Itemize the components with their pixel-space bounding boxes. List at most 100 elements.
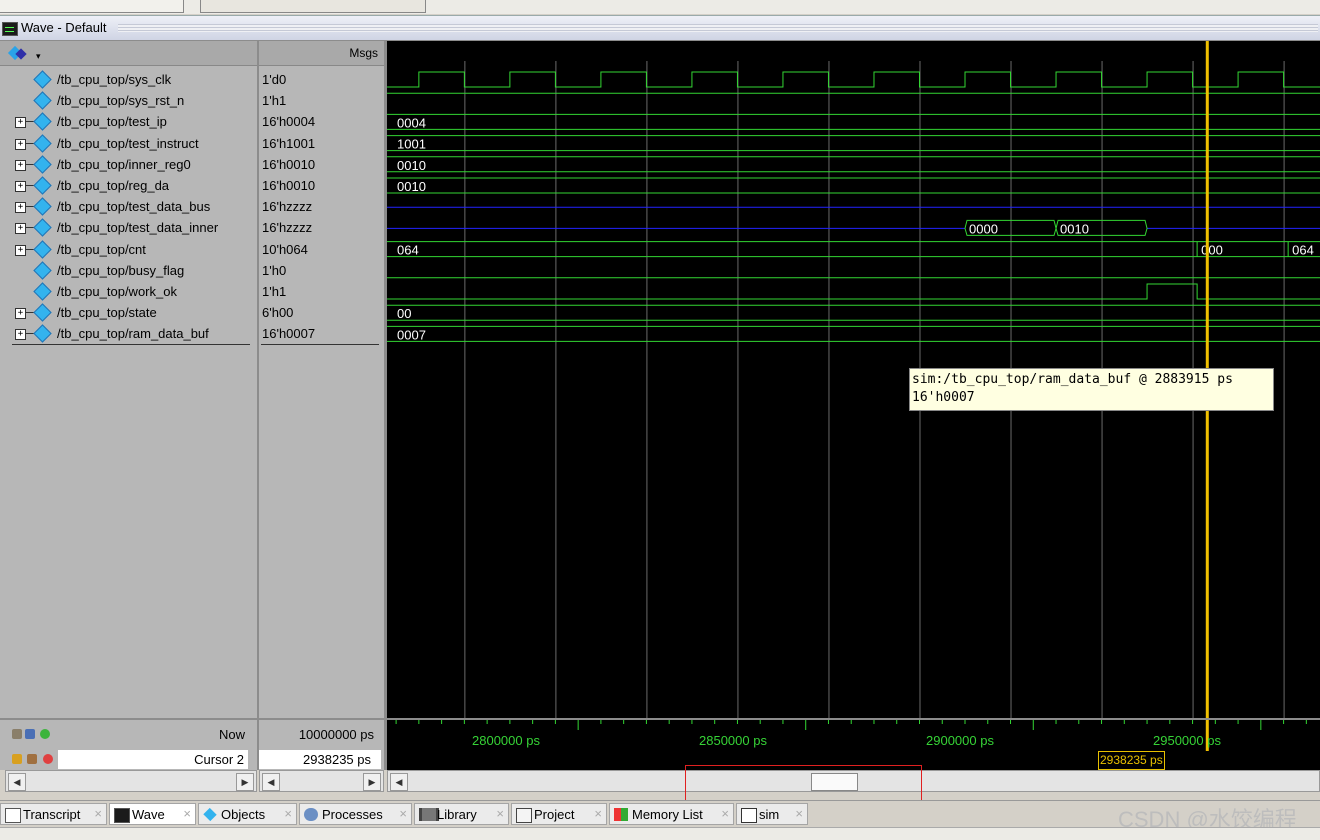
expand-icon[interactable]: +	[15, 138, 26, 150]
project-icon	[516, 808, 532, 823]
close-icon[interactable]: ×	[795, 806, 803, 821]
cursor-value-field[interactable]: 2938235 ps	[259, 750, 381, 769]
bus-value-label: 064	[397, 243, 419, 258]
signal-names-pane[interactable]: ▾ /tb_cpu_top/sys_clk/tb_cpu_top/sys_rst…	[0, 41, 259, 718]
signal-row[interactable]: + /tb_cpu_top/test_instruct	[0, 133, 257, 154]
signal-diamond-icon	[33, 218, 52, 238]
cursor-names-area: Now Cursor 2	[0, 718, 259, 770]
signal-row[interactable]: + /tb_cpu_top/inner_reg0	[0, 154, 257, 175]
signal-row[interactable]: + /tb_cpu_top/reg_da	[0, 175, 257, 196]
wave-window-icon	[2, 22, 18, 36]
close-icon[interactable]: ×	[284, 806, 292, 821]
signal-name: /tb_cpu_top/work_ok	[57, 284, 177, 299]
cursor-value: 2938235 ps	[303, 752, 371, 767]
signal-row[interactable]: + /tb_cpu_top/cnt	[0, 239, 257, 260]
signal-value: 1'h1	[262, 284, 287, 299]
signal-value-row[interactable]: 1'h1	[259, 281, 384, 302]
signal-value-row[interactable]: 1'h1	[259, 90, 384, 111]
lock-cursor-icon[interactable]	[12, 754, 22, 764]
signal-name: /tb_cpu_top/busy_flag	[57, 262, 185, 278]
close-icon[interactable]: ×	[94, 806, 102, 821]
scroll-right-arrow-icon[interactable]: ▶	[363, 773, 381, 791]
signal-name: /tb_cpu_top/sys_rst_n	[57, 93, 185, 109]
signal-value-row[interactable]: 1'h0	[259, 260, 384, 281]
bus-value-label: 00	[397, 306, 411, 321]
expand-icon[interactable]: +	[15, 202, 26, 214]
expand-icon[interactable]: +	[15, 117, 26, 129]
tab-memory-list[interactable]: Memory List ×	[609, 803, 734, 825]
close-icon[interactable]: ×	[594, 806, 602, 821]
tab-transcript[interactable]: Transcript ×	[0, 803, 107, 825]
tab-library[interactable]: Library ×	[414, 803, 509, 825]
tab-label: Transcript	[23, 807, 81, 822]
tab-label: Project	[534, 807, 575, 822]
signal-value-row[interactable]: 16'h0004	[259, 111, 384, 132]
signal-value: 16'h0007	[262, 326, 316, 342]
signal-row[interactable]: + /tb_cpu_top/test_data_inner	[0, 217, 257, 238]
tab-sim[interactable]: sim ×	[736, 803, 808, 825]
signal-row[interactable]: + /tb_cpu_top/ram_data_buf	[0, 323, 257, 344]
names-hscrollbar[interactable]: ◀ ▶	[5, 770, 257, 792]
tab-objects[interactable]: Objects ×	[198, 803, 297, 825]
close-icon[interactable]: ×	[496, 806, 504, 821]
tick-label-2800000: 2800000 ps	[472, 733, 540, 748]
insert-cursor-icon[interactable]	[25, 729, 35, 739]
values-hscrollbar[interactable]: ◀ ▶	[259, 770, 384, 792]
signal-row[interactable]: /tb_cpu_top/work_ok	[0, 281, 257, 302]
signal-row[interactable]: + /tb_cpu_top/test_data_bus	[0, 196, 257, 217]
signal-value-row[interactable]: 6'h00	[259, 302, 384, 323]
row-separator	[261, 343, 379, 345]
signal-row[interactable]: /tb_cpu_top/sys_rst_n	[0, 90, 257, 111]
tab-processes[interactable]: Processes ×	[299, 803, 412, 825]
signal-value-row[interactable]: 16'h0007	[259, 323, 384, 344]
signal-row[interactable]: + /tb_cpu_top/state	[0, 302, 257, 323]
signal-value-row[interactable]: 16'hzzzz	[259, 217, 384, 238]
now-icon[interactable]	[12, 729, 22, 739]
delete-cursor-icon[interactable]	[43, 754, 53, 764]
expand-icon[interactable]: +	[15, 181, 26, 192]
expand-icon[interactable]: +	[15, 308, 26, 320]
signal-values-pane[interactable]: Msgs 1'd0 1'h1 16'h0004 16'h1001 16'h0010 16'…	[259, 41, 387, 718]
expand-icon[interactable]: +	[15, 329, 26, 341]
signal-value-row[interactable]: 1'd0	[259, 69, 384, 90]
edit-cursor-icon[interactable]	[27, 754, 37, 764]
tab-wave[interactable]: Wave ×	[109, 803, 196, 825]
add-cursor-icon[interactable]	[40, 729, 50, 739]
cursor-time-box[interactable]: 2938235 ps	[1098, 751, 1165, 770]
signal-row[interactable]: /tb_cpu_top/sys_clk	[0, 69, 257, 90]
time-axis[interactable]: 2800000 ps 2850000 ps 2900000 ps 2950000…	[387, 718, 1320, 770]
tick-label-2950000: 2950000 ps	[1153, 733, 1221, 748]
scroll-left-arrow-icon[interactable]: ◀	[262, 773, 280, 791]
tick-label-2900000: 2900000 ps	[926, 733, 994, 748]
bus-value-label: 0010	[397, 179, 426, 194]
signal-diamond-icon	[33, 133, 52, 153]
titlebar-drag-grip[interactable]	[118, 24, 1318, 32]
expand-icon[interactable]: +	[15, 223, 26, 235]
signal-value: 16'h0010	[262, 156, 316, 172]
wave-window-titlebar[interactable]: Wave - Default	[0, 15, 1320, 41]
signal-row[interactable]: /tb_cpu_top/busy_flag	[0, 260, 257, 281]
bus-value-label: 1001	[397, 137, 426, 152]
tick-label-2850000: 2850000 ps	[699, 733, 767, 748]
add-objects-icon[interactable]: ▾	[7, 45, 41, 61]
signal-value-row[interactable]: 16'h1001	[259, 133, 384, 154]
cursor-name-field[interactable]: Cursor 2	[58, 750, 248, 769]
signal-name: /tb_cpu_top/inner_reg0	[57, 156, 191, 172]
signal-name: /tb_cpu_top/sys_clk	[57, 72, 172, 87]
close-icon[interactable]: ×	[721, 806, 729, 821]
signal-value-row[interactable]: 16'h0010	[259, 175, 384, 196]
now-value: 10000000 ps	[298, 727, 374, 742]
signal-value-row[interactable]: 16'hzzzz	[259, 196, 384, 217]
expand-icon[interactable]: +	[15, 159, 26, 171]
scroll-left-arrow-icon[interactable]: ◀	[8, 773, 26, 791]
signal-value-row[interactable]: 16'h0010	[259, 154, 384, 175]
signal-row[interactable]: + /tb_cpu_top/test_ip	[0, 111, 257, 132]
scroll-left-arrow-icon[interactable]: ◀	[390, 773, 408, 791]
close-icon[interactable]: ×	[183, 806, 191, 821]
close-icon[interactable]: ×	[399, 806, 407, 821]
signal-value-row[interactable]: 10'h064	[259, 239, 384, 260]
tab-project[interactable]: Project ×	[511, 803, 607, 825]
tab-label: Wave	[132, 807, 165, 822]
scroll-right-arrow-icon[interactable]: ▶	[236, 773, 254, 791]
expand-icon[interactable]: +	[15, 244, 26, 256]
